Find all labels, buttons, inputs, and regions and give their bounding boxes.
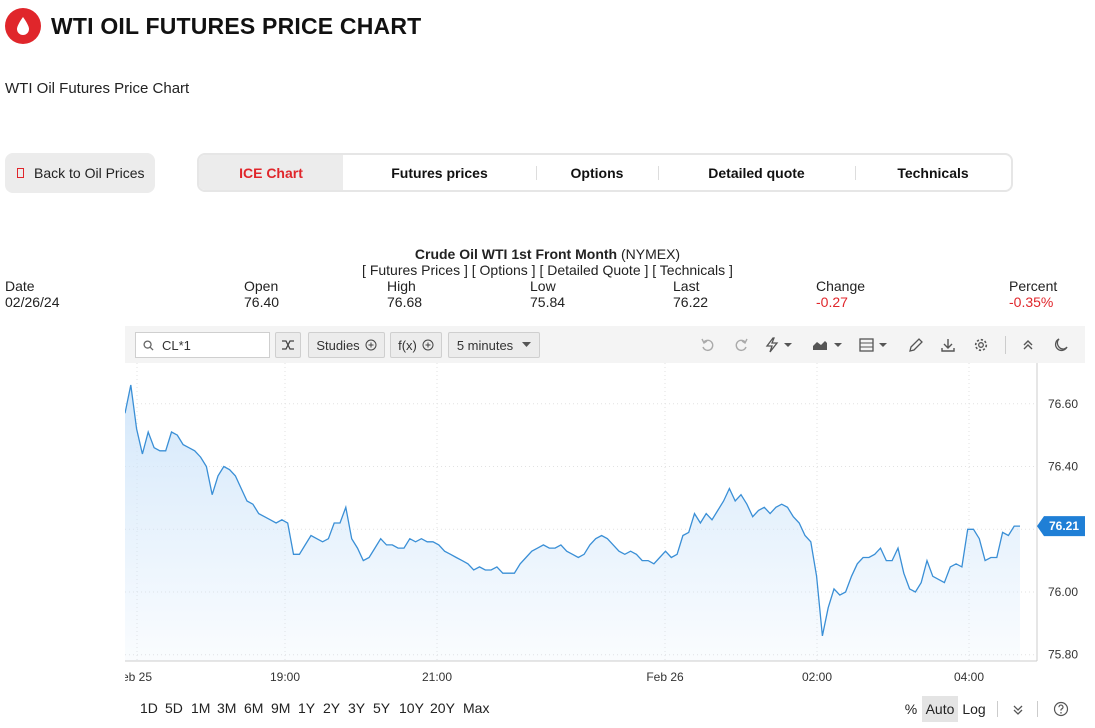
symbol-search[interactable]: CL*1: [135, 332, 270, 358]
search-icon: [143, 339, 154, 351]
timeframe-20y[interactable]: 20Y: [430, 700, 455, 716]
toolbar-divider: [1005, 336, 1006, 354]
quote-value: 76.40: [244, 294, 280, 310]
pencil-icon[interactable]: [906, 335, 926, 355]
x-tick-label: 21:00: [422, 670, 452, 684]
price-chart[interactable]: 76.6076.4076.2076.0075.80 eb 2519:0021:0…: [125, 363, 1085, 691]
timeframe-3m[interactable]: 3M: [217, 700, 236, 716]
quote-value: 02/26/24: [5, 294, 60, 310]
quote-change: Change -0.27: [816, 278, 865, 310]
compare-button[interactable]: [275, 332, 301, 358]
x-tick-label: eb 25: [125, 670, 152, 684]
quote-value: -0.27: [816, 294, 848, 310]
timeframe-6m[interactable]: 6M: [244, 700, 263, 716]
page-title: WTI OIL FUTURES PRICE CHART: [51, 12, 422, 39]
last-price-label: 76.21: [1049, 519, 1079, 533]
chart-widget: CL*1 Studies f(x) 5 minutes 76.60 76.40 …: [125, 326, 1085, 691]
x-tick-label: 02:00: [802, 670, 832, 684]
y-tick-label: 76.40: [1048, 460, 1078, 474]
chart-toolbar: CL*1 Studies f(x) 5 minutes: [125, 326, 1085, 363]
page-subtitle: WTI Oil Futures Price Chart: [5, 80, 190, 97]
timeframe-9m[interactable]: 9M: [271, 700, 290, 716]
shuffle-icon: [282, 340, 294, 350]
quote-label: Open: [244, 278, 279, 294]
quote-label: Last: [673, 278, 700, 294]
timeframe-2y[interactable]: 2Y: [323, 700, 340, 716]
interval-select[interactable]: 5 minutes: [448, 332, 540, 358]
oil-drop-icon: [5, 8, 41, 44]
quote-value: -0.35%: [1009, 294, 1054, 310]
timeframe-5d[interactable]: 5D: [165, 700, 183, 716]
quote-label: Date: [5, 278, 35, 294]
help-icon[interactable]: [1050, 696, 1072, 722]
instrument-name: Crude Oil WTI 1st Front Month: [414, 246, 618, 262]
timeframe-10y[interactable]: 10Y: [399, 700, 424, 716]
back-button-label: Back to Oil Prices: [34, 165, 145, 181]
undo-icon[interactable]: [698, 335, 718, 355]
timeframe-max[interactable]: Max: [463, 700, 489, 716]
studies-label: Studies: [316, 337, 360, 353]
plus-circle-icon: [422, 339, 434, 351]
timeframe-bar: 1D 5D 1M 3M 6M 9M 1Y 2Y 3Y 5Y 10Y 20Y Ma…: [125, 696, 1085, 722]
quote-value: 76.22: [673, 294, 709, 310]
quote-label: Change: [816, 278, 866, 294]
quote-high: High 76.68: [387, 278, 422, 310]
quote-links[interactable]: [ Futures Prices ] [ Options ] [ Detaile…: [0, 262, 1095, 278]
quote-open: Open 76.40: [244, 278, 279, 310]
tab-ice-chart[interactable]: ICE Chart: [199, 155, 343, 190]
price-area: [125, 385, 1020, 661]
back-to-oil-prices-button[interactable]: Back to Oil Prices: [5, 153, 155, 193]
chevron-down-icon: [522, 342, 532, 347]
timeframe-1m[interactable]: 1M: [191, 700, 210, 716]
timeframe-1y[interactable]: 1Y: [298, 700, 315, 716]
tab-bar: ICE Chart Futures prices Options Detaile…: [197, 153, 1013, 192]
back-icon: [17, 168, 24, 178]
instrument-title: Crude Oil WTI 1st Front Month (NYMEX): [0, 246, 1095, 262]
log-scale-button[interactable]: Log: [959, 696, 989, 722]
percent-scale-button[interactable]: %: [901, 696, 921, 722]
chart-type-icon[interactable]: [811, 335, 845, 355]
gear-icon[interactable]: [971, 335, 991, 355]
studies-button[interactable]: Studies: [308, 332, 385, 358]
collapse-icon[interactable]: [1018, 335, 1038, 355]
quote-label: Low: [530, 278, 556, 294]
tab-options[interactable]: Options: [536, 155, 658, 190]
download-icon[interactable]: [938, 335, 958, 355]
symbol-input[interactable]: CL*1: [162, 338, 191, 353]
redo-icon[interactable]: [731, 335, 751, 355]
tab-technicals[interactable]: Technicals: [855, 155, 1011, 190]
moon-icon[interactable]: [1051, 335, 1071, 355]
page-header: WTI OIL FUTURES PRICE CHART: [5, 8, 421, 44]
y-tick-label: 75.80: [1048, 648, 1078, 662]
quote-label: High: [387, 278, 416, 294]
layout-icon[interactable]: [858, 335, 892, 355]
expand-icon[interactable]: [1007, 696, 1029, 722]
timeframe-1d[interactable]: 1D: [140, 700, 158, 716]
timeframe-5y[interactable]: 5Y: [373, 700, 390, 716]
interval-label: 5 minutes: [456, 337, 514, 353]
bottom-divider: [997, 701, 998, 717]
function-button[interactable]: f(x): [390, 332, 442, 358]
tab-detailed-quote[interactable]: Detailed quote: [658, 155, 855, 190]
y-tick-label: 76.00: [1048, 585, 1078, 599]
quote-label: Percent: [1009, 278, 1058, 294]
function-label: f(x): [398, 337, 417, 353]
x-tick-label: 04:00: [954, 670, 984, 684]
lightning-icon[interactable]: [763, 335, 795, 355]
auto-scale-button[interactable]: Auto: [922, 696, 958, 722]
quote-date: Date 02/26/24: [5, 278, 60, 310]
y-tick-label: 76.60: [1048, 397, 1078, 411]
plus-circle-icon: [365, 339, 377, 351]
quote-last: Last 76.22: [673, 278, 708, 310]
instrument-exchange: (NYMEX): [620, 246, 681, 262]
bottom-divider: [1037, 701, 1038, 717]
x-tick-label: 19:00: [270, 670, 300, 684]
tab-futures-prices[interactable]: Futures prices: [343, 155, 536, 190]
timeframe-3y[interactable]: 3Y: [348, 700, 365, 716]
quote-value: 76.68: [387, 294, 423, 310]
x-tick-label: Feb 26: [646, 670, 684, 684]
quote-value: 75.84: [530, 294, 566, 310]
quote-percent: Percent -0.35%: [1009, 278, 1057, 310]
quote-low: Low 75.84: [530, 278, 565, 310]
